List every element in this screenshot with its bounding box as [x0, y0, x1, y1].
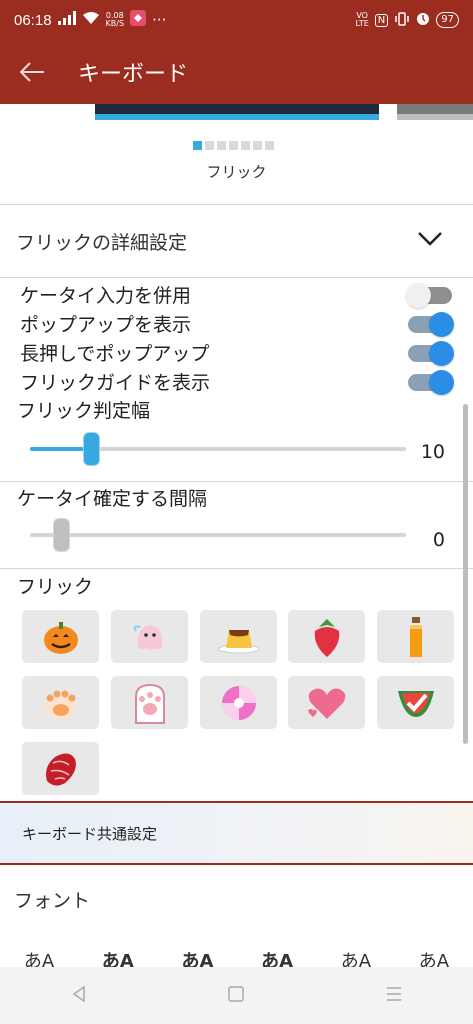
common-settings-title: キーボード共通設定: [22, 824, 158, 843]
flick-width-value: 10: [420, 441, 445, 463]
icon-tile-paw-orange[interactable]: [22, 676, 99, 729]
nav-recents-button[interactable]: [385, 986, 403, 1006]
keyboard-common-settings-header[interactable]: キーボード共通設定: [0, 801, 473, 865]
icon-tile-candy[interactable]: [200, 676, 277, 729]
flick-width-label: フリック判定幅: [17, 400, 151, 422]
toggle-row-longpress-popup[interactable]: 長押しでポップアップ: [20, 338, 460, 367]
keitai-input-toggle[interactable]: [406, 282, 452, 308]
wifi-icon: [82, 11, 100, 29]
system-nav-bar: [0, 967, 473, 1024]
divider: [0, 277, 473, 278]
icon-tile-pudding[interactable]: [200, 610, 277, 663]
preview-caption: フリック: [206, 163, 267, 181]
flick-detail-settings-header[interactable]: フリックの詳細設定: [0, 205, 473, 277]
nav-back-button[interactable]: [70, 985, 88, 1007]
arrow-left-icon: [19, 62, 44, 82]
square-home-icon: [228, 985, 245, 1002]
keitai-interval-slider[interactable]: [30, 518, 406, 552]
slider-thumb[interactable]: [83, 432, 100, 466]
popup-toggle[interactable]: [408, 311, 454, 337]
net-speed: 0.08 KB/S: [106, 12, 125, 28]
icon-tile-heart[interactable]: [288, 676, 365, 729]
watermelon-icon: [397, 690, 434, 717]
carousel-dot: [205, 141, 214, 150]
font-section-title: フォント: [14, 890, 91, 912]
app-bar: キーボード: [0, 40, 473, 104]
toggle-label: 長押しでポップアップ: [20, 343, 210, 365]
app-notification-icon: [130, 10, 147, 30]
keitai-interval-label: ケータイ確定する間隔: [17, 488, 208, 510]
chevron-down-icon: [417, 231, 443, 251]
slider-thumb[interactable]: [53, 518, 70, 552]
carousel-dot: [241, 141, 250, 150]
icon-tile-strawberry[interactable]: [288, 610, 365, 663]
signal-icon: [57, 11, 76, 29]
strawberry-icon: [314, 618, 339, 657]
toggle-row-popup[interactable]: ポップアップを表示: [20, 309, 460, 338]
icon-tile-pumpkin[interactable]: [22, 610, 99, 663]
icon-tile-watermelon[interactable]: [377, 676, 454, 729]
back-button[interactable]: [0, 40, 64, 104]
flick-width-slider[interactable]: [30, 432, 406, 466]
toggle-row-keitai-input[interactable]: ケータイ入力を併用: [20, 280, 460, 309]
meat-icon: [45, 752, 76, 786]
alarm-icon: [416, 12, 430, 29]
menu-lines-icon: [386, 986, 401, 1001]
ghost-icon: [133, 624, 162, 650]
icon-tile-paw-pink[interactable]: [111, 676, 188, 729]
net-speed-unit: KB/S: [105, 19, 125, 28]
triangle-back-icon: [72, 985, 85, 1002]
section-title: フリックの詳細設定: [16, 231, 188, 254]
battery-icon: 97: [436, 12, 459, 28]
nfc-icon: N: [374, 13, 389, 27]
status-bar: 06:18 0.08 KB/S ··· VO LTE N 97: [0, 0, 473, 40]
scrollbar[interactable]: [463, 404, 468, 744]
nav-home-button[interactable]: [228, 985, 245, 1006]
toggle-label: ケータイ入力を併用: [20, 285, 192, 307]
toggle-label: フリックガイドを表示: [20, 372, 211, 394]
paw-pink-icon: [134, 683, 165, 724]
more-notifications: ···: [152, 11, 167, 29]
divider: [0, 568, 473, 569]
icon-tile-meat[interactable]: [22, 742, 99, 795]
longpress-popup-toggle[interactable]: [408, 340, 454, 366]
carousel-dot: [193, 141, 202, 150]
juice-icon: [409, 616, 422, 657]
keyboard-preview-next-image[interactable]: [397, 104, 473, 120]
pudding-icon: [218, 629, 259, 653]
status-time: 06:18: [14, 11, 52, 29]
volte-bottom: LTE: [355, 19, 369, 28]
carousel-dot: [265, 141, 274, 150]
keyboard-preview-image[interactable]: [95, 104, 379, 120]
paw-orange-icon: [44, 690, 77, 719]
heart-icon: [307, 688, 345, 719]
toggle-label: ポップアップを表示: [20, 314, 192, 336]
carousel-dot: [217, 141, 226, 150]
volte-icon: VO LTE: [355, 12, 368, 28]
icon-tile-juice[interactable]: [377, 610, 454, 663]
page-title: キーボード: [78, 62, 189, 87]
flick-icons-title: フリック: [17, 576, 94, 598]
carousel-dots: [193, 141, 274, 150]
pumpkin-icon: [43, 621, 78, 654]
divider: [0, 481, 473, 482]
candy-icon: [221, 685, 256, 720]
carousel-dot: [253, 141, 262, 150]
toggle-row-flick-guide[interactable]: フリックガイドを表示: [20, 367, 460, 396]
carousel-dot: [229, 141, 238, 150]
keitai-interval-value: 0: [432, 529, 445, 551]
flick-guide-toggle[interactable]: [408, 369, 454, 395]
icon-tile-ghost[interactable]: [111, 610, 188, 663]
vibrate-icon: [394, 11, 410, 29]
